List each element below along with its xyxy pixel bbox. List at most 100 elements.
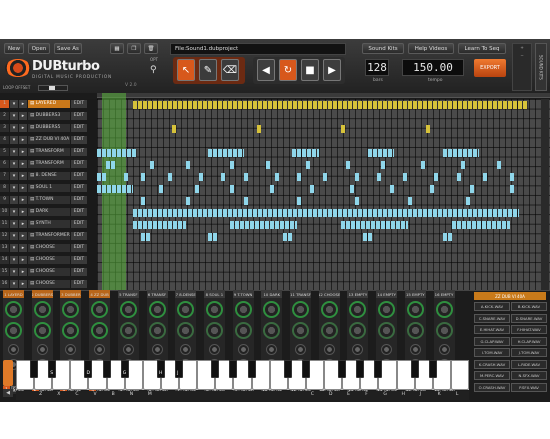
drum-pad[interactable]: C.SNARE.WAV — [474, 313, 510, 323]
key-label: D — [329, 392, 333, 397]
mixer-channel-label: 3 DUBBER — [60, 290, 82, 298]
drum-pad[interactable]: F.HIHAT.WAV — [511, 325, 547, 334]
pan-knob[interactable] — [148, 322, 166, 339]
white-key[interactable] — [450, 360, 469, 390]
pan-knob[interactable] — [349, 322, 367, 339]
drum-pad[interactable]: O.CRASH.WAV — [474, 382, 510, 392]
black-key[interactable] — [102, 360, 111, 378]
pan-knob[interactable] — [5, 322, 22, 339]
send-knob[interactable] — [151, 344, 163, 355]
volume-knob[interactable] — [406, 301, 424, 318]
volume-knob[interactable] — [263, 301, 281, 318]
send-knob[interactable] — [36, 344, 48, 355]
pan-knob[interactable] — [320, 322, 338, 339]
black-key[interactable]: J — [175, 360, 184, 378]
send-knob[interactable] — [323, 344, 335, 355]
volume-knob[interactable] — [378, 301, 396, 318]
kit-selector[interactable]: ZZ DUB VI 40A — [474, 292, 546, 300]
key-label: X — [57, 392, 61, 397]
volume-knob[interactable] — [5, 301, 22, 318]
send-knob[interactable] — [180, 344, 192, 355]
send-knob[interactable] — [8, 344, 19, 355]
drum-pad[interactable]: P.SFX.WAV — [511, 382, 547, 392]
pan-knob[interactable] — [177, 322, 195, 339]
mixer-channel-label: 7 8.DENSE — [175, 290, 197, 298]
black-key[interactable] — [410, 360, 419, 378]
volume-knob[interactable] — [292, 301, 309, 318]
drum-pad[interactable]: G.CLAP.WAV — [474, 336, 510, 346]
volume-knob[interactable] — [33, 301, 51, 318]
volume-knob[interactable] — [435, 301, 453, 318]
send-knob[interactable] — [208, 344, 220, 355]
send-knob[interactable] — [65, 344, 77, 355]
volume-knob[interactable] — [320, 301, 338, 318]
mixer-channel-label: 10 DARK — [261, 290, 283, 298]
key-label: E — [347, 392, 350, 397]
black-key[interactable] — [338, 360, 347, 378]
send-knob[interactable] — [94, 344, 106, 355]
black-key[interactable] — [247, 360, 256, 378]
keyboard-scroll-left-icon[interactable]: ◀ — [3, 389, 13, 397]
black-key[interactable] — [428, 360, 437, 378]
drum-pad[interactable]: J.TOM.WAV — [511, 348, 547, 357]
pan-knob[interactable] — [234, 322, 252, 339]
send-knob[interactable] — [266, 344, 278, 355]
pan-knob[interactable] — [292, 322, 309, 339]
volume-knob[interactable] — [349, 301, 367, 318]
volume-knob[interactable] — [205, 301, 223, 318]
pan-knob[interactable] — [378, 322, 396, 339]
black-key[interactable] — [301, 360, 310, 378]
send-knob[interactable] — [122, 344, 134, 355]
pan-knob[interactable] — [205, 322, 223, 339]
send-knob[interactable] — [237, 344, 249, 355]
pan-knob[interactable] — [435, 322, 453, 339]
pan-knob[interactable] — [406, 322, 424, 339]
drum-pad[interactable]: K.CRASH.WAV — [474, 359, 510, 369]
black-key[interactable] — [283, 360, 292, 378]
send-knob[interactable] — [295, 344, 306, 355]
mixer-channel-label: 14 EMPTY — [376, 290, 398, 298]
drum-pad[interactable]: H.CLAP.WAV — [511, 336, 547, 346]
black-key[interactable] — [229, 360, 238, 378]
black-key[interactable]: H — [156, 360, 165, 378]
key-label: H — [401, 392, 405, 397]
drum-pad[interactable]: E.HIHAT.WAV — [474, 325, 510, 334]
send-knob[interactable] — [381, 344, 393, 355]
pan-knob[interactable] — [91, 322, 109, 339]
volume-knob[interactable] — [119, 301, 137, 318]
pan-knob[interactable] — [62, 322, 80, 339]
black-key[interactable] — [211, 360, 220, 378]
drum-pad[interactable]: D.SNARE.WAV — [511, 313, 547, 323]
key-label: M — [147, 392, 152, 397]
drum-pad[interactable]: N.SFX.WAV — [511, 371, 547, 380]
pan-knob[interactable] — [263, 322, 281, 339]
black-key[interactable] — [374, 360, 383, 378]
drum-pad[interactable]: B.KICK.WAV — [511, 302, 547, 311]
mixer-channel-label: 2 DUBBERS — [31, 290, 53, 298]
piano-keyboard[interactable]: S D G HJ — [16, 360, 469, 390]
drum-pad[interactable]: M.PERC.WAV — [474, 371, 510, 380]
pan-knob[interactable] — [33, 322, 51, 339]
black-key[interactable]: S — [48, 360, 57, 378]
key-label: G — [383, 392, 387, 397]
send-knob[interactable] — [438, 344, 450, 355]
black-key[interactable]: D — [84, 360, 93, 378]
drum-pad[interactable]: A.KICK.WAV — [474, 302, 510, 311]
volume-knob[interactable] — [234, 301, 252, 318]
drum-pad[interactable]: L.RIDE.WAV — [511, 359, 547, 369]
black-key[interactable] — [356, 360, 365, 378]
key-label: D — [86, 371, 90, 376]
volume-knob[interactable] — [62, 301, 80, 318]
keyboard-mode-toggle[interactable] — [3, 360, 13, 386]
volume-knob[interactable] — [91, 301, 109, 318]
volume-knob[interactable] — [177, 301, 195, 318]
volume-knob[interactable] — [148, 301, 166, 318]
key-label: S — [50, 371, 54, 376]
mixer-channel-label: 4 ZZ DUB — [89, 290, 111, 298]
pan-knob[interactable] — [119, 322, 137, 339]
black-key[interactable] — [30, 360, 39, 378]
black-key[interactable]: G — [120, 360, 129, 378]
send-knob[interactable] — [352, 344, 364, 355]
send-knob[interactable] — [409, 344, 421, 355]
drum-pad[interactable]: I.TOM.WAV — [474, 348, 510, 357]
